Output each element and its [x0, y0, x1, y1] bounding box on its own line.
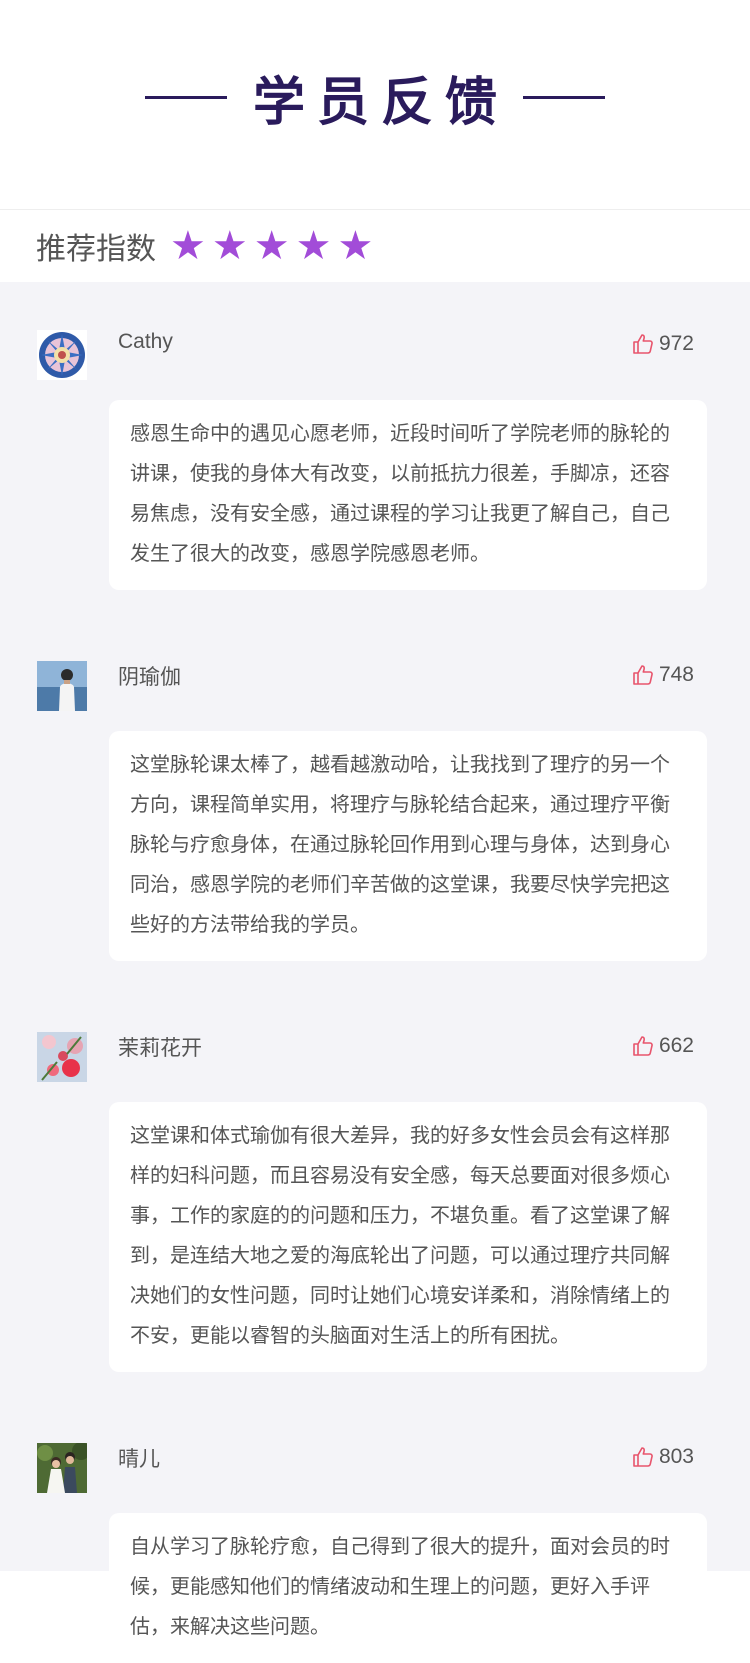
- reviewer-name: Cathy: [118, 330, 173, 353]
- star-icon: ★: [170, 224, 206, 268]
- wedding-couple-avatar-image: [37, 1443, 87, 1493]
- review-text: 这堂脉轮课太棒了，越看越激动哈，让我找到了理疗的另一个方向，课程简单实用，将理疗…: [109, 731, 707, 961]
- like-count: 662: [658, 1034, 694, 1057]
- rating-label: 推荐指数: [36, 233, 156, 266]
- title-wrap: 学员反馈: [144, 60, 605, 135]
- avatar[interactable]: [37, 1443, 87, 1493]
- rating-bar: 推荐指数 ★ ★ ★ ★ ★: [0, 210, 750, 282]
- review-text: 这堂课和体式瑜伽有很大差异，我的好多女性会员会有这样那样的妇科问题，而且容易没有…: [109, 1102, 707, 1372]
- thumbs-up-icon: [633, 1036, 653, 1056]
- review-item: 阴瑜伽 748 这堂脉轮课太棒了，越看越激动哈，让我找到了理疗的另一个方向，课程…: [0, 661, 750, 961]
- woman-ocean-avatar-image: [37, 661, 87, 711]
- like-button[interactable]: 662: [631, 1034, 694, 1058]
- review-text: 感恩生命中的遇见心愿老师，近段时间听了学院老师的脉轮的讲课，使我的身体大有改变，…: [109, 400, 707, 590]
- star-icon: ★: [295, 224, 332, 268]
- review-list: Cathy 972 感恩生命中的遇见心愿老师，近段时间听了学院老师的脉轮的讲课，…: [0, 282, 750, 1663]
- reviewer-name: 晴儿: [118, 1448, 160, 1471]
- title-right-line: [523, 96, 605, 99]
- review-item: Cathy 972 感恩生命中的遇见心愿老师，近段时间听了学院老师的脉轮的讲课，…: [0, 330, 750, 590]
- avatar[interactable]: [37, 661, 87, 711]
- like-button[interactable]: 803: [631, 1445, 694, 1469]
- review-item: 晴儿 803 自从学习了脉轮疗愈，自己得到了很大的提升，面对会员的时候，更能感知…: [0, 1443, 750, 1663]
- title-left-line: [144, 96, 227, 99]
- star-icon: ★: [211, 224, 248, 268]
- page-title: 学员反馈: [252, 72, 509, 133]
- review-text: 自从学习了脉轮疗愈，自己得到了很大的提升，面对会员的时候，更能感知他们的情绪波动…: [109, 1513, 707, 1663]
- reviewer-name: 茉莉花开: [118, 1037, 202, 1060]
- avatar[interactable]: [37, 1032, 87, 1082]
- thumbs-up-icon: [633, 1447, 653, 1467]
- star-icon: ★: [337, 224, 374, 268]
- like-button[interactable]: 748: [631, 663, 694, 687]
- page-header: 学员反馈: [0, 0, 750, 210]
- flowers-avatar-image: [37, 1032, 87, 1082]
- star-icon: ★: [253, 224, 290, 268]
- like-count: 748: [658, 663, 694, 686]
- like-count: 803: [658, 1445, 694, 1468]
- reviewer-name: 阴瑜伽: [118, 666, 181, 689]
- like-button[interactable]: 972: [631, 332, 694, 356]
- like-count: 972: [658, 332, 694, 355]
- avatar[interactable]: [37, 330, 87, 380]
- thumbs-up-icon: [633, 665, 653, 685]
- mandala-avatar-image: [37, 330, 87, 380]
- review-item: 茉莉花开 662 这堂课和体式瑜伽有很大差异，我的好多女性会员会有这样那样的妇科…: [0, 1032, 750, 1372]
- thumbs-up-icon: [633, 334, 653, 354]
